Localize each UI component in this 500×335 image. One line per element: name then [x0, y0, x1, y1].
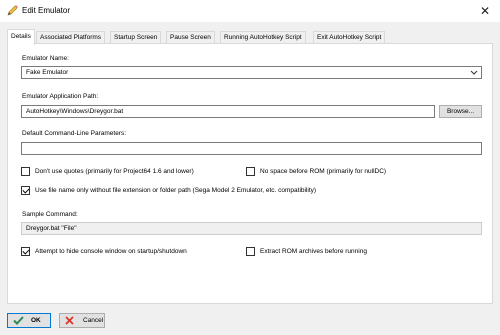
cmdline-input[interactable] [21, 142, 482, 155]
app-path-label: Emulator Application Path: [22, 93, 99, 100]
emulator-name-label: Emulator Name: [22, 55, 69, 62]
use-filename-checkbox[interactable]: Use file name only without file extensio… [21, 186, 316, 195]
tab-details[interactable]: Details [7, 29, 35, 45]
cmdline-label: Default Command-Line Parameters: [22, 130, 127, 137]
close-icon: ✕ [479, 4, 491, 18]
emulator-name-dropdown[interactable]: Fake Emulator [21, 66, 482, 79]
checkbox-unchecked [246, 247, 255, 256]
edit-emulator-window: Edit Emulator ✕ Details Associated Platf… [0, 0, 500, 335]
dont-use-quotes-label: Don't use quotes (primarily for Project6… [35, 168, 194, 175]
checkmark-icon [13, 316, 25, 325]
ok-label: OK [31, 317, 41, 324]
emulator-name-value: Fake Emulator [26, 69, 69, 76]
app-path-input[interactable]: AutoHotkey\Windows\Dreygor.bat [21, 105, 435, 118]
browse-button[interactable]: Browse... [439, 105, 482, 118]
sample-command-label: Sample Command: [22, 211, 78, 218]
extract-rom-label: Extract ROM archives before running [260, 248, 367, 255]
no-space-label: No space before ROM (primarily for nullD… [260, 168, 387, 175]
dont-use-quotes-checkbox[interactable]: Don't use quotes (primarily for Project6… [21, 167, 194, 176]
dialog-footer: OK Cancel [0, 304, 500, 335]
checkbox-checked [21, 247, 30, 256]
checkbox-checked [21, 186, 30, 195]
details-panel: Emulator Name: Fake Emulator Emulator Ap… [7, 43, 493, 304]
sample-command-field: Dreygor.bat "File" [21, 222, 482, 235]
chevron-down-icon [470, 67, 478, 82]
cancel-button[interactable]: Cancel [59, 313, 105, 328]
ok-button[interactable]: OK [7, 313, 51, 328]
cross-icon [65, 316, 77, 325]
close-button[interactable]: ✕ [470, 0, 500, 22]
window-title: Edit Emulator [22, 6, 71, 15]
hide-console-checkbox[interactable]: Attempt to hide console window on startu… [21, 247, 187, 256]
checkbox-unchecked [21, 167, 30, 176]
no-space-checkbox[interactable]: No space before ROM (primarily for nullD… [246, 167, 386, 176]
hide-console-label: Attempt to hide console window on startu… [35, 248, 187, 255]
title-bar: Edit Emulator ✕ [0, 0, 500, 22]
extract-rom-checkbox[interactable]: Extract ROM archives before running [246, 247, 367, 256]
cancel-label: Cancel [83, 317, 104, 324]
checkbox-unchecked [246, 167, 255, 176]
use-filename-label: Use file name only without file extensio… [35, 187, 317, 194]
pencil-icon [5, 4, 19, 18]
